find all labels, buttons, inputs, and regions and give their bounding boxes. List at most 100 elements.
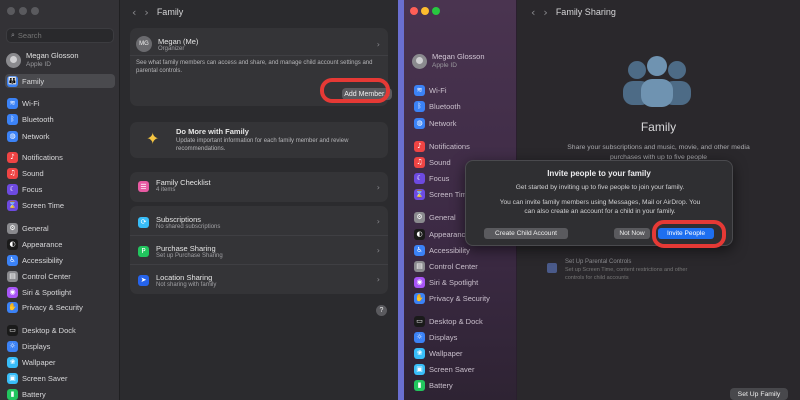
subscriptions-row[interactable]: ⟳ Subscriptions No shared subscriptions … [130, 209, 388, 235]
sidebar-item-accessibility[interactable]: ♿ Accessibility [5, 253, 115, 267]
forward-chevron-icon[interactable]: › [543, 6, 547, 19]
sidebar-item-siri-spotlight[interactable]: ◉ Siri & Spotlight [5, 285, 115, 299]
sidebar-item-network[interactable]: ◍ Network [414, 116, 514, 130]
dialog-line2: You can invite family members using Mess… [499, 199, 701, 206]
speaker-icon: ♫ [414, 156, 425, 168]
sidebar-item-label: Screen Saver [22, 373, 68, 383]
sidebar-item-privacy-security[interactable]: ✋ Privacy & Security [414, 291, 514, 305]
help-button[interactable]: ? [376, 305, 387, 316]
search-input[interactable] [17, 31, 108, 40]
gear-icon: ⚙ [7, 222, 18, 234]
sidebar-item-bluetooth[interactable]: ᛒ Bluetooth [5, 112, 115, 126]
sidebar-item-family[interactable]: 👪 Family [5, 74, 115, 88]
sidebar-item-label: Notifications [429, 141, 470, 151]
zoom-window-button[interactable] [31, 7, 39, 15]
create-child-account-button[interactable]: Create Child Account [484, 228, 568, 239]
purchase-title: Purchase Sharing [156, 243, 216, 253]
sidebar-item-notifications[interactable]: ♪ Notifications [414, 139, 514, 153]
sidebar-item-siri-spotlight[interactable]: ◉ Siri & Spotlight [414, 275, 514, 289]
sidebar-item-label: Displays [429, 332, 458, 342]
family-checklist-card[interactable]: ☰ Family Checklist 4 items › [130, 172, 388, 202]
back-chevron-icon[interactable]: ‹ [132, 6, 136, 19]
control-center-icon: ▤ [7, 270, 18, 282]
family-icon: 👪 [7, 75, 18, 87]
sidebar-item-wallpaper[interactable]: ❀ Wallpaper [5, 355, 115, 369]
member-name: Megan (Me) [158, 36, 199, 46]
sidebar-item-bluetooth[interactable]: ᛒ Bluetooth [414, 99, 514, 113]
sidebar-item-label: Desktop & Dock [22, 325, 76, 335]
red-highlight-ring [652, 220, 726, 248]
page-title: Family [156, 7, 184, 17]
sidebar-item-desktop-dock[interactable]: ▭ Desktop & Dock [5, 323, 115, 337]
network-icon: ◍ [414, 117, 425, 129]
purchase-sharing-row[interactable]: P Purchase Sharing Set up Purchase Shari… [130, 238, 388, 264]
apple-id-account[interactable]: Megan Glosson Apple ID [412, 50, 512, 72]
chevron-right-icon: › [376, 217, 380, 226]
sidebar-item-sound[interactable]: ♫ Sound [5, 166, 115, 180]
sidebar-item-control-center[interactable]: ▤ Control Center [414, 259, 514, 273]
search-field[interactable]: ⌕ [6, 28, 114, 43]
dock-icon: ▭ [7, 324, 18, 336]
moon-icon: ☾ [7, 183, 18, 195]
battery-icon: ▮ [7, 388, 18, 400]
sidebar-item-wallpaper[interactable]: ❀ Wallpaper [414, 346, 514, 360]
member-avatar: MG [136, 36, 152, 52]
sidebar-item-wi-fi[interactable]: ≋ Wi-Fi [5, 96, 115, 110]
account-name: Megan Glosson [432, 52, 485, 62]
forward-chevron-icon[interactable]: › [144, 6, 148, 19]
sidebar-item-general[interactable]: ⚙ General [5, 221, 115, 235]
minimize-window-button[interactable] [421, 7, 429, 15]
sidebar-item-battery[interactable]: ▮ Battery [414, 378, 514, 392]
parental-controls-line1: Set up Screen Time, content restrictions… [565, 267, 688, 273]
sidebar-item-wi-fi[interactable]: ≋ Wi-Fi [414, 83, 514, 97]
sidebar-item-battery[interactable]: ▮ Battery [5, 387, 115, 400]
sidebar-item-desktop-dock[interactable]: ▭ Desktop & Dock [414, 314, 514, 328]
parental-controls-icon [547, 263, 557, 273]
sidebar-item-screen-time[interactable]: ⌛ Screen Time [5, 198, 115, 212]
hero-desc: Share your subscriptions and music, movi… [567, 144, 750, 151]
sidebar-item-control-center[interactable]: ▤ Control Center [5, 269, 115, 283]
zoom-window-button[interactable] [432, 7, 440, 15]
gear-icon: ⚙ [414, 211, 425, 223]
sidebar-item-displays[interactable]: ☼ Displays [414, 330, 514, 344]
back-chevron-icon[interactable]: ‹ [531, 6, 535, 19]
sidebar-item-appearance[interactable]: ◐ Appearance [5, 237, 115, 251]
checklist-icon: ☰ [138, 181, 149, 192]
apple-id-account[interactable]: Megan Glosson Apple ID [6, 49, 114, 71]
sidebar-item-screen-saver[interactable]: ▣ Screen Saver [414, 362, 514, 376]
minimize-window-button[interactable] [19, 7, 27, 15]
sidebar-item-label: Sound [429, 157, 451, 167]
appearance-icon: ◐ [414, 228, 425, 240]
set-up-family-button[interactable]: Set Up Family [730, 388, 788, 400]
sidebar-item-focus[interactable]: ☾ Focus [5, 182, 115, 196]
sidebar-item-label: Sound [22, 168, 44, 178]
account-name: Megan Glosson [26, 51, 79, 61]
sidebar-item-label: Desktop & Dock [429, 316, 483, 326]
bell-icon: ♪ [7, 151, 18, 163]
sidebar-item-label: Wi-Fi [429, 85, 447, 95]
account-sub: Apple ID [432, 61, 457, 69]
sidebar-item-network[interactable]: ◍ Network [5, 129, 115, 143]
sparkle-icon: ✦ [146, 129, 160, 148]
sidebar-item-label: Control Center [429, 261, 478, 271]
not-now-button[interactable]: Not Now [614, 228, 650, 239]
location-sharing-row[interactable]: ➤ Location Sharing Not sharing with fami… [130, 267, 388, 293]
right-toolbar: ‹ › Family Sharing [517, 0, 800, 24]
sidebar-item-label: Focus [22, 184, 43, 194]
wallpaper-icon: ❀ [7, 356, 18, 368]
close-window-button[interactable] [410, 7, 418, 15]
search-icon: ⌕ [11, 31, 15, 39]
member-row[interactable]: MG Megan (Me) Organizer › [130, 32, 388, 56]
do-more-desc: Update important information for each fa… [176, 138, 349, 153]
chevron-right-icon: › [376, 183, 380, 192]
sidebar-item-screen-saver[interactable]: ▣ Screen Saver [5, 371, 115, 385]
sidebar-item-notifications[interactable]: ♪ Notifications [5, 150, 115, 164]
do-more-card[interactable]: ✦ Do More with Family Update important i… [130, 122, 388, 158]
sidebar-item-displays[interactable]: ☼ Displays [5, 339, 115, 353]
bluetooth-icon: ᛒ [414, 100, 425, 112]
checklist-sub: 4 items [156, 187, 176, 193]
close-window-button[interactable] [7, 7, 15, 15]
sidebar-item-label: Accessibility [22, 255, 63, 265]
sidebar-item-label: Screen Time [22, 200, 65, 210]
sidebar-item-privacy-security[interactable]: ✋ Privacy & Security [5, 300, 115, 314]
